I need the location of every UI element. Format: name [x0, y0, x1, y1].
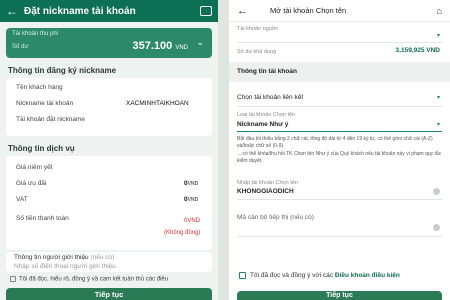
terms-checkbox[interactable] — [10, 276, 16, 282]
terms-link[interactable]: Điều khoản điều kiện — [335, 272, 400, 279]
total-value: 0VND — [184, 218, 201, 224]
continue-button[interactable]: Tiếp tục — [237, 291, 442, 300]
fee-account-label: Tài khoản thu phí — [12, 31, 59, 37]
divider — [237, 106, 442, 107]
service-info-card: Giá niêm yết Giá ưu đãi 0VND VAT 0VND Số… — [6, 156, 212, 250]
reg-section-title: Thông tin đăng ký nickname — [8, 66, 117, 75]
vat-value: 0VND — [184, 196, 199, 203]
divider — [237, 42, 442, 43]
page-title: Mở tài khoản Chọn tên — [270, 6, 347, 15]
home-icon[interactable] — [200, 6, 212, 16]
referrer-label: Thông tin người giới thiệu (nếu có) — [14, 254, 115, 261]
balance-label: Số dư — [12, 44, 29, 50]
divider — [237, 199, 442, 200]
discount-price-label: Giá ưu đãi — [16, 180, 47, 187]
customer-name-label: Tên khách hàng — [16, 84, 63, 91]
source-account-label: Tài khoản nguồn — [237, 26, 278, 32]
right-screen: ← Mở tài khoản Chọn tên ⌂ Tài khoản nguồ… — [229, 0, 450, 300]
clear-icon[interactable] — [433, 188, 440, 195]
discount-price-value: 0VND — [184, 180, 199, 187]
nickname-account-label: Tài khoản đặt nickname — [16, 116, 86, 123]
chevron-down-icon[interactable]: ▾ — [437, 94, 440, 101]
divider — [237, 131, 442, 132]
list-price-label: Giá niêm yết — [16, 164, 53, 171]
balance-value: 357.100 VND — [132, 40, 189, 52]
nickname-value: XACMINHTAIKHOAN — [126, 100, 189, 107]
referral-code-input[interactable]: Mã cán bộ tiếp thị (nếu có) — [237, 214, 314, 221]
nickname-label: Nickname tài khoản — [16, 100, 74, 107]
chevron-down-icon[interactable]: ▾ — [437, 121, 440, 128]
terms-text: Tôi đã đọc và đồng ý với các Điều khoản … — [250, 272, 400, 279]
available-balance-value: 3,159,925 VND — [395, 47, 440, 54]
fee-account-card[interactable]: Tài khoản thu phí Số dư 357.100 VND ⌄ — [6, 28, 212, 58]
referrer-card[interactable]: Thông tin người giới thiệu (nếu có) Nhập… — [6, 252, 212, 272]
reg-info-card: Tên khách hàng Nickname tài khoản XACMIN… — [6, 78, 212, 136]
account-type-label: Loại tài khoản Chọn tên — [237, 112, 296, 118]
page-title: Đặt nickname tài khoản — [24, 5, 136, 17]
right-header: ← Mở tài khoản Chọn tên ⌂ — [229, 0, 450, 22]
back-arrow-icon[interactable]: ← — [237, 5, 248, 17]
rule-description: Bắt đầu tối thiểu bằng 2 chữ cái, tổng đ… — [237, 136, 433, 149]
info-section-title: Thông tin tài khoản — [237, 68, 297, 75]
terms-checkbox[interactable] — [239, 272, 246, 279]
clear-icon[interactable] — [433, 224, 440, 231]
continue-button[interactable]: Tiếp tục — [6, 288, 212, 300]
terms-text: Tôi đã đọc, hiểu rõ, đồng ý và cam kết t… — [19, 276, 169, 283]
divider — [237, 236, 442, 237]
name-input[interactable]: KHONGGIAODICH — [237, 188, 294, 195]
source-dropdown-icon[interactable]: ▾ — [437, 32, 440, 39]
vat-label: VAT — [16, 196, 28, 203]
total-in-words: (Không đồng) — [164, 230, 201, 236]
svc-section-title: Thông tin dịch vụ — [8, 144, 75, 153]
name-input-label: Nhập tài khoản Chọn tên — [237, 180, 298, 186]
referrer-input[interactable]: Nhập số điện thoại người giới thiệu — [14, 263, 116, 270]
account-type-value[interactable]: Nickname Như ý — [237, 121, 288, 128]
available-balance-label: Số dư khả dụng — [237, 49, 277, 55]
home-icon[interactable]: ⌂ — [437, 6, 442, 16]
info-section-band: Thông tin tài khoản — [229, 62, 450, 82]
terms-row[interactable]: Tôi đã đọc, hiểu rõ, đồng ý và cam kết t… — [10, 276, 168, 283]
total-label: Số tiền thanh toán — [16, 215, 69, 222]
linked-account-select[interactable]: Chọn tài khoản liên kết — [237, 94, 303, 101]
screen-divider — [218, 0, 229, 300]
rule-warning: ... có thể khóa/thu hồi TK Chọn tên Như … — [237, 151, 442, 164]
chevron-down-icon: ⌄ — [196, 37, 204, 47]
back-arrow-icon[interactable]: ← — [6, 4, 18, 18]
left-header: ← Đặt nickname tài khoản — [0, 0, 218, 22]
left-screen: ← Đặt nickname tài khoản Tài khoản thu p… — [0, 0, 218, 300]
